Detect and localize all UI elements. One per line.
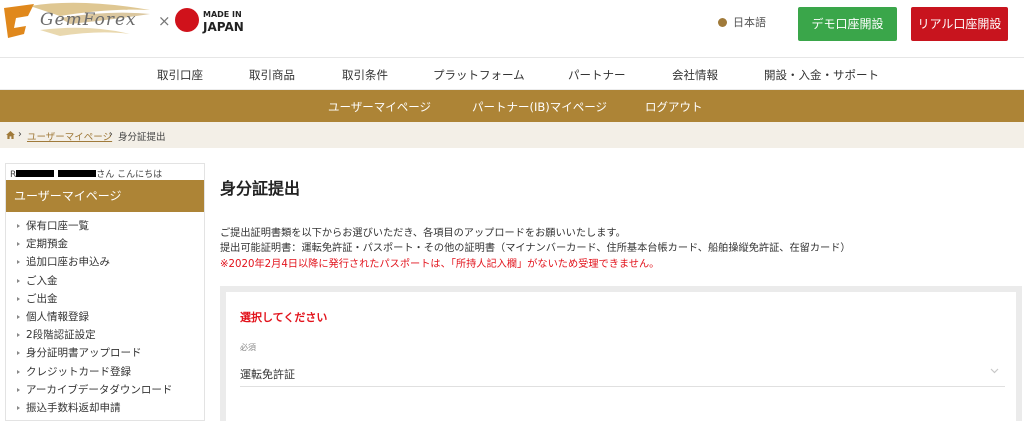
- globe-icon: [718, 18, 727, 27]
- chevron-right-icon: [17, 351, 20, 356]
- breadcrumb-separator: ›: [18, 129, 22, 140]
- accepted-documents-text: 提出可能証明書：運転免許証・パスポート・その他の証明書（マイナンバーカード、住所…: [220, 243, 851, 254]
- breadcrumb: › ユーザーマイページ › 身分証提出: [0, 122, 1024, 148]
- chevron-right-icon: [17, 405, 20, 410]
- nav-platform[interactable]: プラットフォーム: [433, 67, 525, 83]
- sidebar-item-two-factor[interactable]: 2段階認証設定: [6, 326, 204, 344]
- sidebar-title[interactable]: ユーザーマイページ: [6, 180, 204, 212]
- open-real-account-button[interactable]: リアル口座開設: [911, 7, 1008, 41]
- sidebar-item-label: 身分証明書アップロード: [26, 347, 142, 360]
- greeting: R さん こんにちは: [10, 167, 162, 180]
- sidebar-item-label: ご出金: [26, 292, 58, 305]
- page-title: 身分証提出: [220, 179, 301, 198]
- sidebar-item-additional-account[interactable]: 追加口座お申込み: [6, 253, 204, 271]
- nav-trading-conditions[interactable]: 取引条件: [342, 67, 388, 83]
- main-navigation: 取引口座 取引商品 取引条件 プラットフォーム パートナー 会社情報 開設・入金…: [0, 58, 1024, 90]
- chevron-right-icon: [17, 333, 20, 338]
- nav-trading-accounts[interactable]: 取引口座: [157, 67, 203, 83]
- sidebar-item-id-upload[interactable]: 身分証明書アップロード: [6, 344, 204, 362]
- open-demo-account-button[interactable]: デモ口座開設: [798, 7, 897, 41]
- panel-heading: 選択してください: [240, 311, 328, 324]
- sidebar-item-label: 保有口座一覧: [26, 220, 89, 232]
- chevron-right-icon: [17, 296, 20, 301]
- language-label: 日本語: [733, 16, 766, 29]
- document-type-select[interactable]: 運転免許証: [240, 359, 1005, 387]
- sidebar-item-personal-info[interactable]: 個人情報登録: [6, 308, 204, 326]
- chevron-right-icon: [17, 369, 20, 374]
- sidebar-item-time-deposit[interactable]: 定期預金: [6, 235, 204, 253]
- sidebar-item-account-list[interactable]: 保有口座一覧: [6, 217, 204, 235]
- chevron-down-icon: [990, 368, 999, 374]
- japan-label: JAPAN: [203, 20, 244, 34]
- chevron-right-icon: [17, 260, 20, 265]
- sidebar-item-credit-card[interactable]: クレジットカード登録: [6, 363, 204, 381]
- sidebar-item-fee-refund[interactable]: 振込手数料返却申請: [6, 399, 204, 417]
- chevron-right-icon: [17, 314, 20, 319]
- redacted-name-block: [58, 170, 97, 177]
- sidebar-item-label: 個人情報登録: [26, 310, 89, 323]
- sidebar-item-label: 定期預金: [26, 238, 68, 251]
- logo-times-sign: ×: [158, 12, 171, 30]
- breadcrumb-user-mypage-link[interactable]: ユーザーマイページ: [27, 129, 112, 143]
- sidebar-item-label: 2段階認証設定: [26, 329, 96, 342]
- sidebar-item-label: アーカイブデータダウンロード: [26, 383, 173, 396]
- nav-partner[interactable]: パートナー: [568, 67, 626, 83]
- sidebar-item-label: ご入金: [26, 274, 58, 287]
- home-icon[interactable]: [6, 131, 15, 139]
- sidebar-item-label: 振込手数料返却申請: [26, 401, 121, 414]
- sidebar: R さん こんにちは ユーザーマイページ 保有口座一覧 定期預金 追加口座お申込み…: [5, 163, 205, 421]
- redacted-name-block: [16, 170, 55, 177]
- chevron-right-icon: [17, 278, 20, 283]
- sidebar-item-deposit[interactable]: ご入金: [6, 272, 204, 290]
- nav-company-info[interactable]: 会社情報: [672, 67, 718, 83]
- made-in-japan-badge: MADE IN JAPAN: [203, 10, 244, 34]
- nav-open-deposit-support[interactable]: 開設・入金・サポート: [764, 67, 879, 83]
- made-in-label: MADE IN: [203, 10, 242, 19]
- subnav-user-mypage[interactable]: ユーザーマイページ: [328, 99, 431, 115]
- greeting-suffix: さん こんにちは: [96, 170, 163, 180]
- chevron-right-icon: [17, 387, 20, 392]
- subnav-logout[interactable]: ログアウト: [645, 99, 703, 115]
- language-selector[interactable]: 日本語: [718, 14, 766, 30]
- breadcrumb-current: 身分証提出: [118, 132, 166, 143]
- required-label: 必須: [240, 343, 256, 352]
- passport-warning-text: ※2020年2月4日以降に発行されたパスポートは、「所持人記入欄」がないため受理…: [220, 259, 660, 270]
- chevron-right-icon: [17, 242, 20, 247]
- mypage-navigation: ユーザーマイページ パートナー(IB)マイページ ログアウト: [0, 90, 1024, 122]
- sidebar-item-archive-download[interactable]: アーカイブデータダウンロード: [6, 381, 204, 399]
- site-header: GemForex × MADE IN JAPAN 日本語 デモ口座開設 リアル口…: [0, 0, 1024, 58]
- sidebar-menu: 保有口座一覧 定期預金 追加口座お申込み ご入金 ご出金 個人情報登録 2段階認…: [6, 217, 204, 417]
- sidebar-item-label: 追加口座お申込み: [26, 256, 110, 269]
- selected-document-type: 運転免許証: [240, 368, 295, 381]
- chevron-right-icon: [17, 224, 20, 228]
- sidebar-item-withdrawal[interactable]: ご出金: [6, 290, 204, 308]
- sidebar-item-label: クレジットカード登録: [26, 365, 131, 378]
- japan-flag-icon: [175, 8, 199, 32]
- gemforex-logo[interactable]: GemForex: [0, 0, 160, 48]
- logo-text: GemForex: [40, 10, 137, 30]
- breadcrumb-separator: ›: [109, 129, 113, 140]
- subnav-partner-mypage[interactable]: パートナー(IB)マイページ: [472, 99, 607, 115]
- instructions-text: ご提出証明書類を以下からお選びいただき、各項目のアップロードをお願いいたします。: [220, 228, 626, 239]
- nav-trading-products[interactable]: 取引商品: [249, 67, 295, 83]
- document-select-panel: 選択してください 必須 運転免許証: [220, 286, 1022, 421]
